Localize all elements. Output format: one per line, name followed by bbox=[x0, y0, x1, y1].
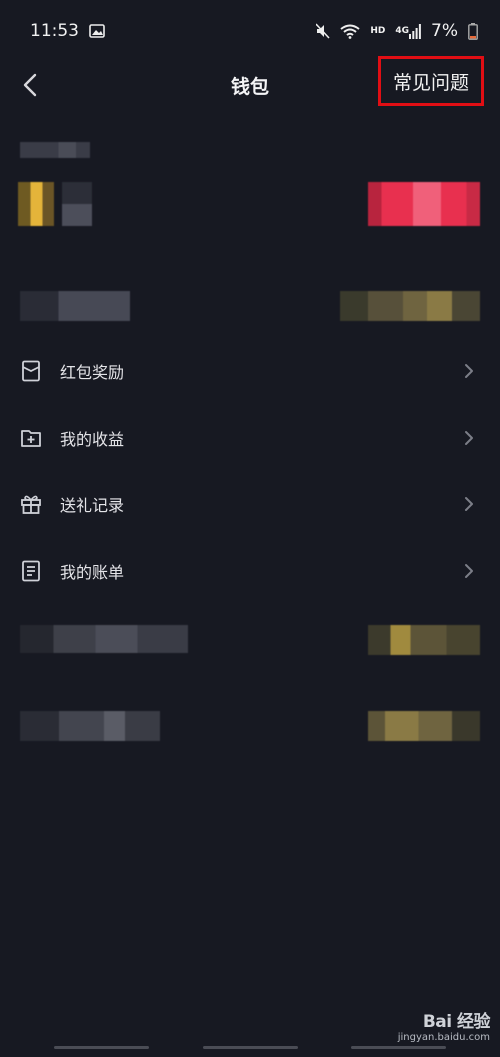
menu-item-label: 我的收益 bbox=[60, 430, 125, 449]
menu-item-label: 送礼记录 bbox=[60, 496, 125, 515]
chevron-right-icon bbox=[464, 563, 476, 579]
mute-icon bbox=[316, 23, 330, 39]
status-bar: 11:53 HD 4G 7% bbox=[0, 0, 500, 62]
chevron-right-icon bbox=[464, 363, 476, 379]
battery-percent: 7% bbox=[431, 21, 458, 41]
nav-recents-handle[interactable] bbox=[53, 1046, 149, 1049]
status-time: 11:53 bbox=[30, 21, 79, 41]
watermark-brand: Bai 经验 bbox=[422, 1012, 491, 1032]
gallery-notification-icon bbox=[89, 24, 105, 38]
cellular-signal-icon: 4G bbox=[395, 23, 421, 39]
obscured-balance bbox=[62, 182, 92, 226]
menu-item-red-packet[interactable]: 红包奖励 bbox=[0, 343, 500, 399]
menu-item-label: 我的账单 bbox=[60, 563, 125, 582]
network-type: 4G bbox=[395, 26, 410, 36]
top-bar: 钱包 常见问题 bbox=[0, 56, 500, 110]
obscured-row-label bbox=[20, 625, 188, 653]
withdraw-button[interactable] bbox=[368, 182, 480, 226]
obscured-row-label bbox=[20, 291, 130, 321]
obscured-label bbox=[20, 142, 90, 158]
coin-icon bbox=[8, 182, 64, 226]
obscured-row-value bbox=[340, 291, 480, 321]
obscured-row-value bbox=[368, 711, 480, 741]
chevron-right-icon bbox=[464, 430, 476, 446]
chevron-right-icon bbox=[464, 496, 476, 512]
hd-indicator: HD bbox=[370, 26, 386, 36]
nav-back-handle[interactable] bbox=[351, 1046, 447, 1049]
obscured-row-value bbox=[368, 625, 480, 655]
wifi-icon bbox=[340, 24, 360, 39]
obscured-row-label bbox=[20, 711, 160, 741]
red-packet-icon bbox=[20, 360, 42, 382]
faq-button[interactable]: 常见问题 bbox=[378, 56, 484, 106]
battery-icon bbox=[468, 22, 478, 40]
menu-item-bill[interactable]: 我的账单 bbox=[0, 543, 500, 599]
system-nav-bar bbox=[0, 1038, 500, 1057]
earnings-icon bbox=[20, 427, 42, 449]
bill-icon bbox=[20, 560, 42, 582]
menu-item-label: 红包奖励 bbox=[60, 363, 125, 382]
menu-item-earnings[interactable]: 我的收益 bbox=[0, 410, 500, 466]
nav-home-handle[interactable] bbox=[202, 1046, 298, 1049]
gift-icon bbox=[20, 493, 42, 515]
menu-item-gift-records[interactable]: 送礼记录 bbox=[0, 476, 500, 532]
